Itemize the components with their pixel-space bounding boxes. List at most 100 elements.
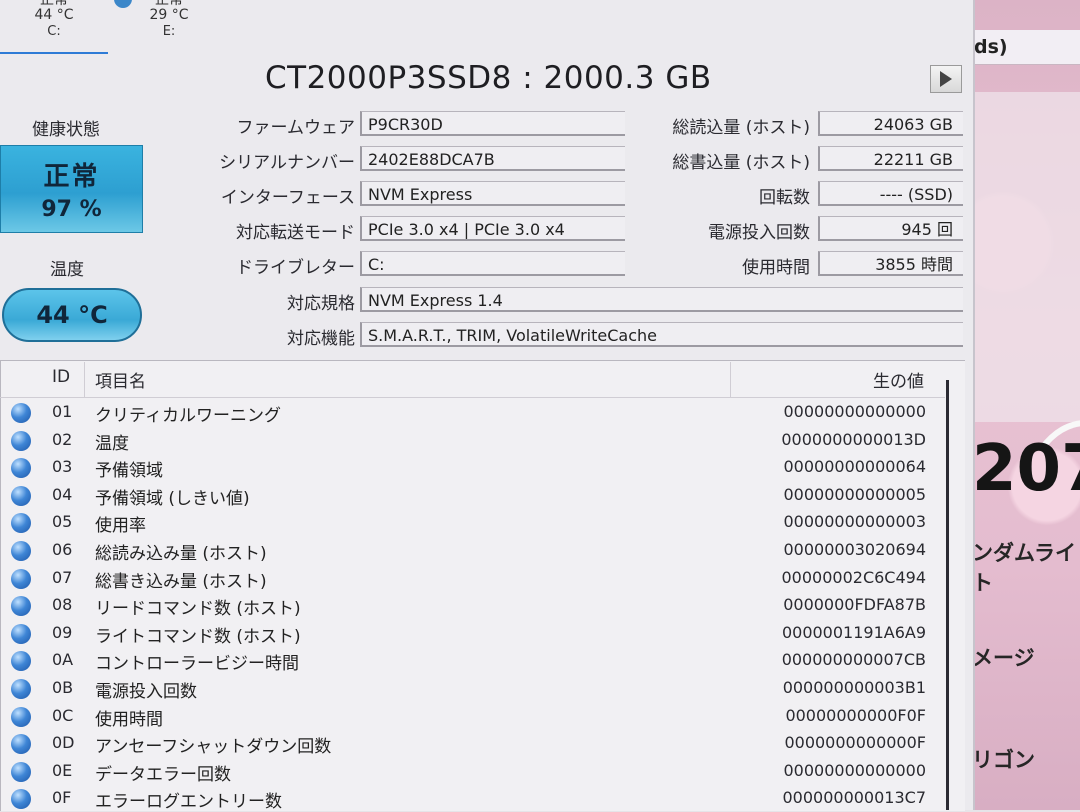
health-label: 健康状態 <box>32 120 100 140</box>
drive-letter-field: C: <box>360 251 625 276</box>
table-row[interactable]: 05 使用率 00000000000003 <box>0 509 945 536</box>
power-on-hours-label: 使用時間 <box>742 258 810 278</box>
status-dot-icon <box>11 541 31 561</box>
serial-field: 2402E88DCA7B <box>360 146 625 171</box>
interface-label: インターフェース <box>220 188 355 208</box>
attribute-id: 0B <box>52 678 74 697</box>
status-dot-icon <box>11 761 31 782</box>
background-text-1: ンダムライト <box>972 541 1076 595</box>
status-dot-icon <box>11 430 31 451</box>
table-row[interactable]: 08 リードコマンド数 (ホスト) 0000000FDFA87B <box>0 592 945 619</box>
background-window-titlebar: ds) <box>970 30 1080 65</box>
health-status-box[interactable]: 正常 97 % <box>0 145 143 233</box>
attribute-raw-value: 00000000000064 <box>783 457 926 477</box>
disk-title: CT2000P3SSD8 : 2000.3 GB <box>265 60 712 96</box>
next-disk-button[interactable] <box>930 65 962 93</box>
table-row[interactable]: 06 総読み込み量 (ホスト) 00000003020694 <box>0 537 945 564</box>
attribute-raw-value: 00000003020694 <box>783 540 926 559</box>
background-window: ds) 207 ンダムライト メージ リゴン <box>970 0 1080 810</box>
attribute-name: リードコマンド数 (ホスト) <box>95 599 301 620</box>
interface-field: NVM Express <box>360 181 625 206</box>
total-reads-field: 24063 GB <box>818 111 963 136</box>
total-writes-label: 総書込量 (ホスト) <box>672 153 810 173</box>
drive-letter: C: <box>47 24 61 39</box>
table-row[interactable]: 0C 使用時間 00000000000F0F <box>0 703 945 730</box>
rotation-field: ---- (SSD) <box>818 181 963 206</box>
column-header-raw-value[interactable]: 生の値 <box>873 367 924 392</box>
play-arrow-icon <box>940 71 952 87</box>
transfer-mode-label: 対応転送モード <box>236 223 355 243</box>
total-writes-field: 22211 GB <box>818 146 963 171</box>
attribute-raw-value: 00000000000F0F <box>785 705 926 725</box>
table-scrollbar[interactable] <box>946 380 949 810</box>
status-dot-icon <box>11 568 31 589</box>
attribute-id: 02 <box>52 429 73 449</box>
attribute-name: 電源投入回数 <box>95 682 197 702</box>
temperature-label: 温度 <box>50 260 84 280</box>
features-field: S.M.A.R.T., TRIM, VolatileWriteCache <box>360 322 963 347</box>
status-dot-icon <box>11 679 31 699</box>
status-dot-icon <box>11 651 31 672</box>
table-row[interactable]: 04 予備領域 (しきい値) 00000000000005 <box>0 482 945 509</box>
drive-temp: 44 °C <box>34 7 74 23</box>
status-dot-icon <box>11 789 31 810</box>
status-dot-icon <box>11 403 31 423</box>
attribute-name: 予備領域 (しきい値) <box>95 488 250 509</box>
total-reads-label: 総読込量 (ホスト) <box>672 118 810 138</box>
column-header-id[interactable]: ID <box>52 367 70 387</box>
attribute-id: 0E <box>52 760 73 780</box>
attribute-raw-value: 00000000000000 <box>783 760 926 780</box>
temperature-value[interactable]: 44 °C <box>2 288 142 342</box>
table-row[interactable]: 0D アンセーフシャットダウン回数 0000000000000F <box>0 730 945 757</box>
standard-field: NVM Express 1.4 <box>360 287 963 312</box>
status-dot-icon <box>11 513 31 534</box>
attribute-id: 09 <box>52 622 73 642</box>
transfer-mode-field: PCIe 3.0 x4 | PCIe 3.0 x4 <box>360 216 625 241</box>
status-dot-icon <box>11 596 31 617</box>
table-row[interactable]: 0A コントローラービジー時間 000000000007CB <box>0 647 945 674</box>
drive-tab-e[interactable]: 正常 29 °C E: <box>108 0 230 52</box>
attribute-name: 温度 <box>95 433 129 454</box>
table-row[interactable]: 01 クリティカルワーニング 00000000000000 <box>0 399 945 426</box>
table-row[interactable]: 09 ライトコマンド数 (ホスト) 0000001191A6A9 <box>0 620 945 647</box>
attribute-raw-value: 0000000000000F <box>784 733 926 753</box>
attribute-raw-value: 00000002C6C494 <box>781 567 927 587</box>
attribute-raw-value: 000000000003B1 <box>782 678 926 697</box>
table-row[interactable]: 07 総書き込み量 (ホスト) 00000002C6C494 <box>0 565 945 592</box>
column-divider[interactable] <box>730 362 731 398</box>
status-dot-icon <box>11 623 31 644</box>
column-divider[interactable] <box>84 362 85 398</box>
attribute-id: 03 <box>52 457 73 477</box>
drive-tab-c[interactable]: 正常 44 °C C: <box>0 0 108 54</box>
attribute-name: エラーログエントリー数 <box>95 792 282 812</box>
health-percent: 97 % <box>41 197 102 222</box>
attribute-raw-value: 0000001191A6A9 <box>781 622 926 642</box>
table-row[interactable]: 03 予備領域 00000000000064 <box>0 454 945 481</box>
attribute-raw-value: 0000000000013D <box>781 429 926 449</box>
firmware-field: P9CR30D <box>360 111 625 136</box>
standard-label: 対応規格 <box>287 294 355 314</box>
table-row[interactable]: 02 温度 0000000000013D <box>0 427 945 454</box>
attribute-id: 04 <box>52 484 73 504</box>
attribute-raw-value: 00000000000003 <box>783 512 926 532</box>
attribute-name: コントローラービジー時間 <box>95 654 299 675</box>
attribute-id: 01 <box>52 402 73 421</box>
background-text-3: リゴン <box>972 748 1035 772</box>
attribute-name: 使用率 <box>95 516 146 537</box>
health-status: 正常 <box>43 162 100 192</box>
column-header-name[interactable]: 項目名 <box>95 367 146 392</box>
attribute-raw-value: 0000000FDFA87B <box>783 595 926 615</box>
background-window-panel <box>970 92 1080 422</box>
table-row[interactable]: 0E データエラー回数 00000000000000 <box>0 758 945 785</box>
serial-label: シリアルナンバー <box>219 153 355 173</box>
status-dot-icon <box>11 458 31 479</box>
background-window-title: ds) <box>974 36 1008 58</box>
drive-letter: E: <box>162 24 176 39</box>
attribute-name: クリティカルワーニング <box>95 406 281 426</box>
attribute-name: 予備領域 <box>95 461 163 482</box>
table-row[interactable]: 0F エラーログエントリー数 000000000013C7 <box>0 785 945 812</box>
attribute-name: 使用時間 <box>95 709 163 730</box>
attribute-id: 08 <box>52 595 73 615</box>
table-row[interactable]: 0B 電源投入回数 000000000003B1 <box>0 675 945 702</box>
attribute-id: 07 <box>52 567 73 587</box>
